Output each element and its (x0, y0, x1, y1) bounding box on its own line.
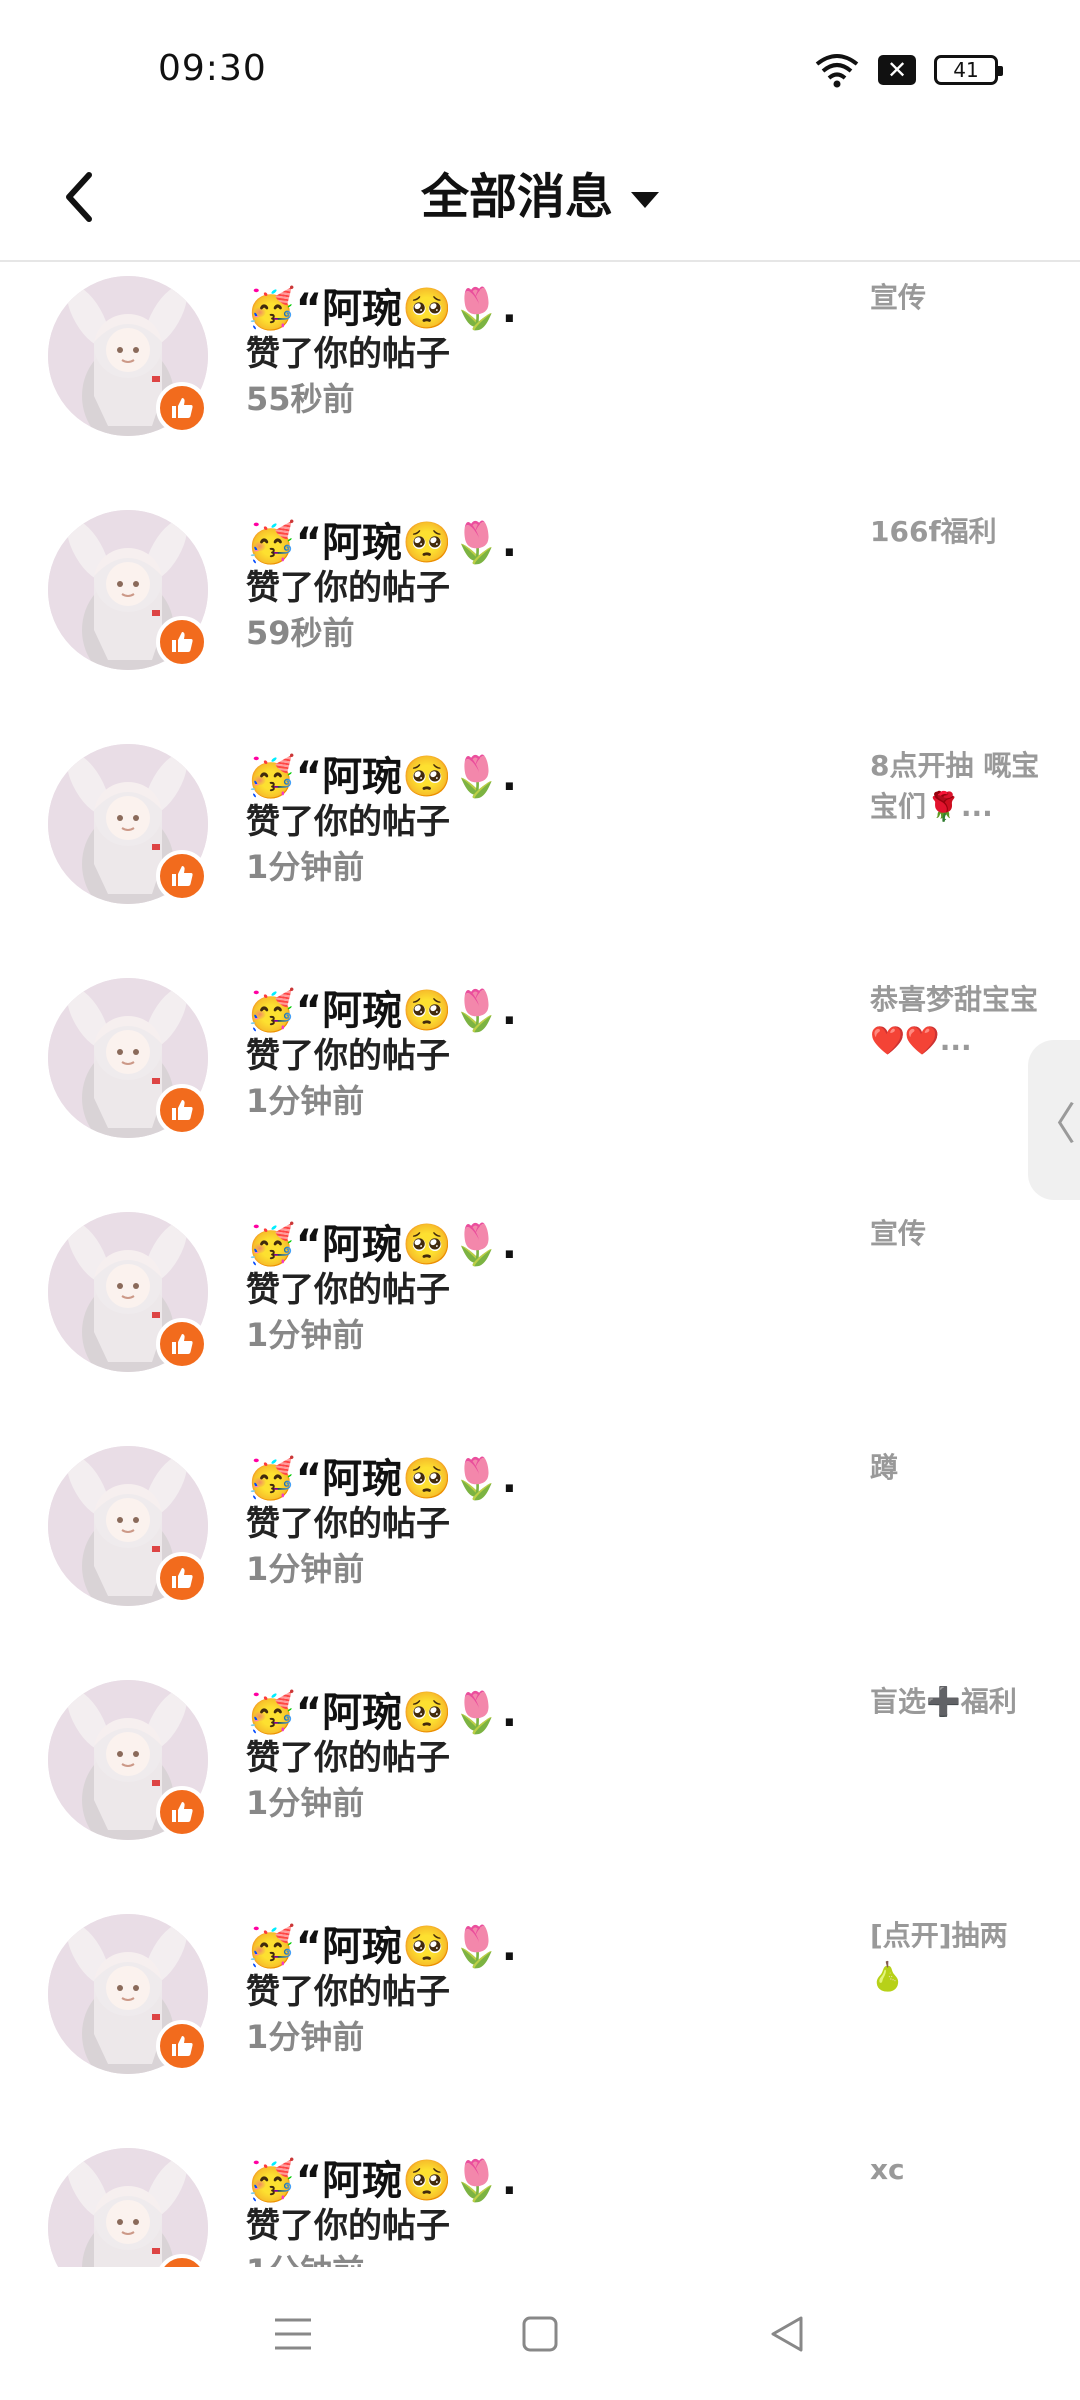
side-drawer-handle[interactable]: 〈 (1028, 1040, 1080, 1200)
thumbs-up-icon (172, 632, 193, 652)
message-item[interactable]: 🥳“阿琬🥺🌷. 赞了你的帖子 1分钟前 盲选➕福利 (0, 1666, 1080, 1900)
message-item[interactable]: 🥳“阿琬🥺🌷. 赞了你的帖子 1分钟前 蹲 (0, 1432, 1080, 1666)
message-time: 1分钟前 (246, 2018, 365, 2056)
page-title: 全部消息 (420, 169, 613, 225)
avatar[interactable] (48, 2148, 208, 2267)
like-badge (156, 1552, 208, 1604)
message-item[interactable]: 🥳“阿琬🥺🌷. 赞了你的帖子 1分钟前 8点开抽 嘅宝宝们🌹... (0, 730, 1080, 964)
message-action: 赞了你的帖子 (246, 1270, 450, 1310)
battery-level: 41 (953, 58, 979, 82)
post-preview[interactable]: 166f福利 (870, 512, 1040, 553)
like-badge (156, 1318, 208, 1370)
header: 全部消息 (0, 140, 1080, 262)
message-action: 赞了你的帖子 (246, 568, 450, 608)
status-bar: 09:30 ✕ 41 (0, 0, 1080, 140)
nav-home-button[interactable] (500, 2294, 580, 2374)
message-action: 赞了你的帖子 (246, 334, 450, 374)
post-preview[interactable]: 恭喜梦甜宝宝❤️❤️... (870, 980, 1040, 1061)
message-action: 赞了你的帖子 (246, 1738, 450, 1778)
caret-down-icon (631, 192, 659, 208)
message-action: 赞了你的帖子 (246, 802, 450, 842)
thumbs-up-icon (172, 1568, 193, 1588)
message-list[interactable]: 🥳“阿琬🥺🌷. 赞了你的帖子 55秒前 宣传 🥳“阿琬🥺🌷. 赞了你的帖子 59… (0, 262, 1080, 2267)
square-icon (522, 2316, 558, 2351)
status-time: 09:30 (158, 48, 267, 89)
like-badge (156, 2020, 208, 2072)
like-badge (156, 850, 208, 902)
message-action: 赞了你的帖子 (246, 1972, 450, 2012)
post-preview[interactable]: xc (870, 2150, 1040, 2191)
triangle-back-icon (771, 2316, 803, 2351)
post-preview[interactable]: 蹲 (870, 1448, 1040, 1489)
like-badge (156, 1084, 208, 1136)
navigation-bar (0, 2267, 1080, 2400)
no-sim-icon: ✕ (878, 55, 916, 85)
battery-icon: 41 (934, 55, 1003, 85)
message-time: 1分钟前 (246, 1082, 365, 1120)
message-filter-dropdown[interactable]: 全部消息 (0, 162, 1080, 232)
avatar-image (48, 2148, 208, 2267)
post-preview[interactable]: 8点开抽 嘅宝宝们🌹... (870, 746, 1040, 827)
message-item[interactable]: 🥳“阿琬🥺🌷. 赞了你的帖子 1分钟前 [点开]抽两🍐 (0, 1900, 1080, 2134)
thumbs-up-icon (172, 1802, 193, 1822)
message-time: 55秒前 (246, 380, 355, 418)
message-item[interactable]: 🥳“阿琬🥺🌷. 赞了你的帖子 55秒前 宣传 (0, 262, 1080, 496)
menu-icon (275, 2318, 312, 2349)
message-item[interactable]: 🥳“阿琬🥺🌷. 赞了你的帖子 1分钟前 宣传 (0, 1198, 1080, 1432)
message-time: 59秒前 (246, 614, 355, 652)
message-action: 赞了你的帖子 (246, 2206, 450, 2246)
post-preview[interactable]: 宣传 (870, 278, 1040, 319)
message-action: 赞了你的帖子 (246, 1504, 450, 1544)
message-action: 赞了你的帖子 (246, 1036, 450, 1076)
message-item[interactable]: 🥳“阿琬🥺🌷. 赞了你的帖子 59秒前 166f福利 (0, 496, 1080, 730)
message-time: 1分钟前 (246, 2246, 364, 2267)
post-preview[interactable]: [点开]抽两🍐 (870, 1916, 1040, 1997)
message-time: 1分钟前 (246, 1550, 365, 1588)
nav-back-button[interactable] (747, 2294, 827, 2374)
thumbs-up-icon (172, 398, 193, 418)
post-preview[interactable]: 宣传 (870, 1214, 1040, 1255)
thumbs-up-icon (172, 1334, 193, 1354)
thumbs-up-icon (172, 1100, 193, 1120)
thumbs-up-icon (172, 2036, 193, 2056)
thumbs-up-icon (172, 866, 193, 886)
wifi-icon (815, 54, 859, 88)
message-time: 1分钟前 (246, 848, 365, 886)
message-time: 1分钟前 (246, 1784, 365, 1822)
status-icons: ✕ 41 (814, 52, 1003, 88)
like-badge (156, 382, 208, 434)
message-item[interactable]: 🥳“阿琬🥺🌷. 赞了你的帖子 1分钟前 恭喜梦甜宝宝❤️❤️... (0, 964, 1080, 1198)
message-item[interactable]: 🥳“阿琬🥺🌷. 赞了你的帖子 1分钟前 xc (0, 2134, 1080, 2267)
post-preview[interactable]: 盲选➕福利 (870, 1682, 1040, 1723)
like-badge (156, 616, 208, 668)
like-badge (156, 1786, 208, 1838)
nav-menu-button[interactable] (253, 2294, 333, 2374)
message-time: 1分钟前 (246, 1316, 365, 1354)
chevron-left-small-icon: 〈 (1032, 1099, 1076, 1150)
